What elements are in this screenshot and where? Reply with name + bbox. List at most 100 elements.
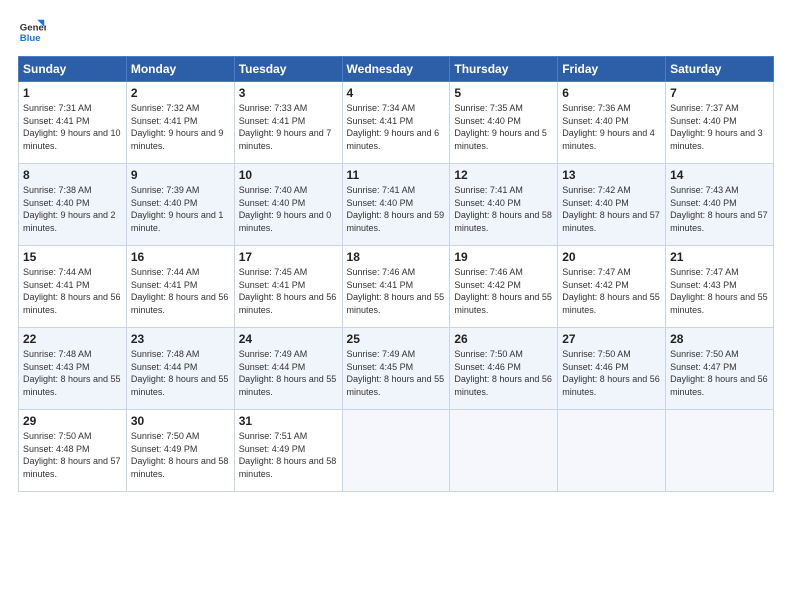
day-number: 1 <box>23 86 122 100</box>
col-header-saturday: Saturday <box>666 57 774 82</box>
col-header-sunday: Sunday <box>19 57 127 82</box>
cell-info: Sunrise: 7:37 AMSunset: 4:40 PMDaylight:… <box>670 103 763 151</box>
cell-info: Sunrise: 7:43 AMSunset: 4:40 PMDaylight:… <box>670 185 768 233</box>
calendar-cell: 11Sunrise: 7:41 AMSunset: 4:40 PMDayligh… <box>342 164 450 246</box>
calendar-cell: 6 Sunrise: 7:36 AMSunset: 4:40 PMDaylight… <box>558 82 666 164</box>
cell-info: Sunrise: 7:34 AMSunset: 4:41 PMDaylight:… <box>347 103 440 151</box>
calendar-cell: 19 Sunrise: 7:46 AMSunset: 4:42 PMDayligh… <box>450 246 558 328</box>
calendar-cell: 26 Sunrise: 7:50 AMSunset: 4:46 PMDayligh… <box>450 328 558 410</box>
cell-info: Sunrise: 7:50 AMSunset: 4:46 PMDaylight:… <box>454 349 552 397</box>
cell-info: Sunrise: 7:41 AMSunset: 4:40 PMDaylight:… <box>454 185 552 233</box>
calendar-cell: 10Sunrise: 7:40 AMSunset: 4:40 PMDayligh… <box>234 164 342 246</box>
cell-info: Sunrise: 7:33 AMSunset: 4:41 PMDaylight:… <box>239 103 332 151</box>
day-number: 21 <box>670 250 769 264</box>
calendar-cell: 4 Sunrise: 7:34 AMSunset: 4:41 PMDaylight… <box>342 82 450 164</box>
day-number: 31 <box>239 414 338 428</box>
calendar-cell: 31 Sunrise: 7:51 AMSunset: 4:49 PMDayligh… <box>234 410 342 492</box>
day-number: 29 <box>23 414 122 428</box>
day-number: 9 <box>131 168 230 182</box>
calendar-cell: 12 Sunrise: 7:41 AMSunset: 4:40 PMDayligh… <box>450 164 558 246</box>
calendar-cell: 27 Sunrise: 7:50 AMSunset: 4:46 PMDayligh… <box>558 328 666 410</box>
day-number: 22 <box>23 332 122 346</box>
col-header-monday: Monday <box>126 57 234 82</box>
cell-info: Sunrise: 7:31 AMSunset: 4:41 PMDaylight:… <box>23 103 121 151</box>
cell-info: Sunrise: 7:46 AMSunset: 4:41 PMDaylight:… <box>347 267 445 315</box>
cell-info: Sunrise: 7:32 AMSunset: 4:41 PMDaylight:… <box>131 103 224 151</box>
calendar-cell: 8 Sunrise: 7:38 AMSunset: 4:40 PMDaylight… <box>19 164 127 246</box>
day-number: 13 <box>562 168 661 182</box>
calendar-cell: 2 Sunrise: 7:32 AMSunset: 4:41 PMDaylight… <box>126 82 234 164</box>
day-number: 16 <box>131 250 230 264</box>
cell-info: Sunrise: 7:48 AMSunset: 4:44 PMDaylight:… <box>131 349 229 397</box>
cell-info: Sunrise: 7:50 AMSunset: 4:49 PMDaylight:… <box>131 431 229 479</box>
cell-info: Sunrise: 7:44 AMSunset: 4:41 PMDaylight:… <box>23 267 121 315</box>
calendar-cell: 21 Sunrise: 7:47 AMSunset: 4:43 PMDayligh… <box>666 246 774 328</box>
cell-info: Sunrise: 7:50 AMSunset: 4:46 PMDaylight:… <box>562 349 660 397</box>
calendar-cell: 22 Sunrise: 7:48 AMSunset: 4:43 PMDayligh… <box>19 328 127 410</box>
day-number: 26 <box>454 332 553 346</box>
cell-info: Sunrise: 7:48 AMSunset: 4:43 PMDaylight:… <box>23 349 121 397</box>
day-number: 7 <box>670 86 769 100</box>
calendar-cell: 5 Sunrise: 7:35 AMSunset: 4:40 PMDaylight… <box>450 82 558 164</box>
week-row-1: 1 Sunrise: 7:31 AMSunset: 4:41 PMDaylight… <box>19 82 774 164</box>
day-number: 6 <box>562 86 661 100</box>
calendar-cell: 15 Sunrise: 7:44 AMSunset: 4:41 PMDayligh… <box>19 246 127 328</box>
calendar-cell <box>450 410 558 492</box>
day-number: 24 <box>239 332 338 346</box>
logo-icon: General Blue <box>18 18 46 46</box>
cell-info: Sunrise: 7:42 AMSunset: 4:40 PMDaylight:… <box>562 185 660 233</box>
calendar-cell: 18 Sunrise: 7:46 AMSunset: 4:41 PMDayligh… <box>342 246 450 328</box>
day-number: 15 <box>23 250 122 264</box>
day-number: 18 <box>347 250 446 264</box>
day-number: 20 <box>562 250 661 264</box>
day-number: 4 <box>347 86 446 100</box>
calendar-cell: 7 Sunrise: 7:37 AMSunset: 4:40 PMDaylight… <box>666 82 774 164</box>
page: General Blue SundayMondayTuesdayWednesda… <box>0 0 792 612</box>
day-number: 28 <box>670 332 769 346</box>
day-number: 27 <box>562 332 661 346</box>
col-header-friday: Friday <box>558 57 666 82</box>
day-number: 5 <box>454 86 553 100</box>
calendar-cell: 17 Sunrise: 7:45 AMSunset: 4:41 PMDayligh… <box>234 246 342 328</box>
col-header-tuesday: Tuesday <box>234 57 342 82</box>
calendar-cell: 29Sunrise: 7:50 AMSunset: 4:48 PMDayligh… <box>19 410 127 492</box>
day-number: 2 <box>131 86 230 100</box>
week-row-2: 8 Sunrise: 7:38 AMSunset: 4:40 PMDaylight… <box>19 164 774 246</box>
calendar-cell: 24Sunrise: 7:49 AMSunset: 4:44 PMDayligh… <box>234 328 342 410</box>
day-number: 12 <box>454 168 553 182</box>
calendar-cell: 30Sunrise: 7:50 AMSunset: 4:49 PMDayligh… <box>126 410 234 492</box>
day-number: 23 <box>131 332 230 346</box>
header-row: SundayMondayTuesdayWednesdayThursdayFrid… <box>19 57 774 82</box>
day-number: 8 <box>23 168 122 182</box>
col-header-wednesday: Wednesday <box>342 57 450 82</box>
cell-info: Sunrise: 7:45 AMSunset: 4:41 PMDaylight:… <box>239 267 337 315</box>
logo: General Blue <box>18 18 46 46</box>
week-row-5: 29Sunrise: 7:50 AMSunset: 4:48 PMDayligh… <box>19 410 774 492</box>
cell-info: Sunrise: 7:46 AMSunset: 4:42 PMDaylight:… <box>454 267 552 315</box>
day-number: 19 <box>454 250 553 264</box>
cell-info: Sunrise: 7:47 AMSunset: 4:42 PMDaylight:… <box>562 267 660 315</box>
calendar-table: SundayMondayTuesdayWednesdayThursdayFrid… <box>18 56 774 492</box>
header: General Blue <box>18 18 774 46</box>
svg-text:Blue: Blue <box>20 33 41 44</box>
day-number: 17 <box>239 250 338 264</box>
day-number: 3 <box>239 86 338 100</box>
cell-info: Sunrise: 7:51 AMSunset: 4:49 PMDaylight:… <box>239 431 337 479</box>
cell-info: Sunrise: 7:35 AMSunset: 4:40 PMDaylight:… <box>454 103 547 151</box>
cell-info: Sunrise: 7:47 AMSunset: 4:43 PMDaylight:… <box>670 267 768 315</box>
calendar-cell <box>342 410 450 492</box>
calendar-cell: 3 Sunrise: 7:33 AMSunset: 4:41 PMDaylight… <box>234 82 342 164</box>
cell-info: Sunrise: 7:39 AMSunset: 4:40 PMDaylight:… <box>131 185 224 233</box>
week-row-3: 15 Sunrise: 7:44 AMSunset: 4:41 PMDayligh… <box>19 246 774 328</box>
cell-info: Sunrise: 7:38 AMSunset: 4:40 PMDaylight:… <box>23 185 116 233</box>
calendar-cell: 25Sunrise: 7:49 AMSunset: 4:45 PMDayligh… <box>342 328 450 410</box>
day-number: 25 <box>347 332 446 346</box>
calendar-cell: 9 Sunrise: 7:39 AMSunset: 4:40 PMDaylight… <box>126 164 234 246</box>
calendar-cell: 13 Sunrise: 7:42 AMSunset: 4:40 PMDayligh… <box>558 164 666 246</box>
calendar-cell: 1 Sunrise: 7:31 AMSunset: 4:41 PMDaylight… <box>19 82 127 164</box>
day-number: 14 <box>670 168 769 182</box>
cell-info: Sunrise: 7:36 AMSunset: 4:40 PMDaylight:… <box>562 103 655 151</box>
day-number: 10 <box>239 168 338 182</box>
cell-info: Sunrise: 7:41 AMSunset: 4:40 PMDaylight:… <box>347 185 445 233</box>
calendar-cell: 23 Sunrise: 7:48 AMSunset: 4:44 PMDayligh… <box>126 328 234 410</box>
